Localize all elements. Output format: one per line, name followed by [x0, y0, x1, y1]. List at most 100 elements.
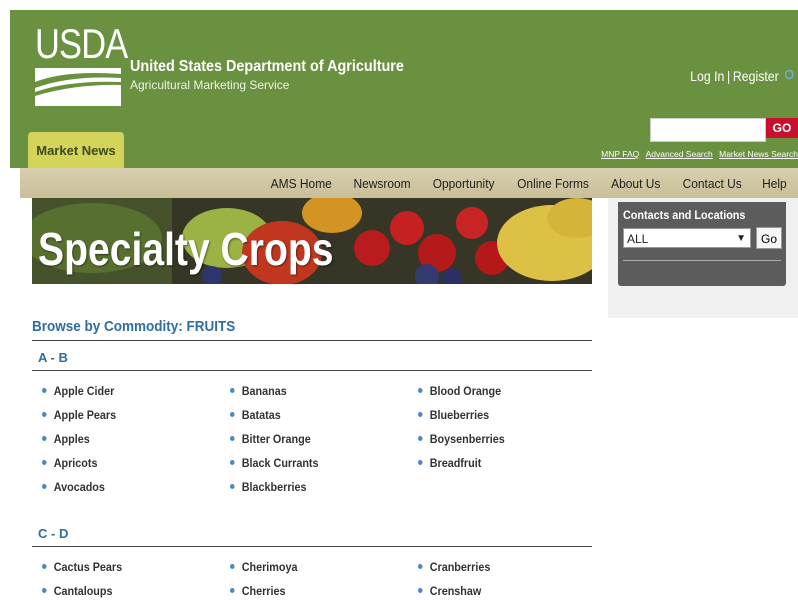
item-label[interactable]: Bitter Orange: [242, 432, 311, 446]
sidebar: Contacts and Locations ALL ▼ Go: [608, 198, 798, 318]
list-item[interactable]: Cantaloups: [42, 584, 113, 600]
item-label[interactable]: Cherries: [242, 584, 286, 598]
search-input[interactable]: [650, 118, 766, 142]
bullet-icon: [230, 564, 235, 569]
list-item[interactable]: Apple Pears: [42, 408, 116, 424]
bullet-icon: [230, 460, 235, 465]
item-label[interactable]: Blackberries: [242, 480, 307, 494]
bullet-icon: [42, 412, 47, 417]
item-label[interactable]: Blood Orange: [430, 384, 501, 398]
group-divider: [32, 546, 592, 547]
group-divider: [32, 370, 592, 371]
bullet-icon: [230, 436, 235, 441]
item-label[interactable]: Apple Pears: [54, 408, 116, 422]
list-item[interactable]: Blood Orange: [418, 384, 501, 400]
bullet-icon: [230, 588, 235, 593]
contacts-title: Contacts and Locations: [623, 208, 746, 222]
item-label[interactable]: Cactus Pears: [54, 560, 122, 574]
list-item[interactable]: Crenshaw: [418, 584, 481, 600]
service-name: Agricultural Marketing Service: [130, 78, 290, 92]
go-button[interactable]: GO: [766, 118, 798, 138]
user-links: Log In | Register: [691, 68, 794, 84]
list-item[interactable]: Apple Cider: [42, 384, 114, 400]
item-label[interactable]: Apples: [54, 432, 90, 446]
nav-items: AMS Home Newsroom Opportunity Online For…: [251, 168, 788, 198]
list-item[interactable]: Avocados: [42, 480, 105, 496]
item-label[interactable]: Cherimoya: [242, 560, 298, 574]
list-item[interactable]: Apples: [42, 432, 90, 448]
contacts-locations-box: Contacts and Locations ALL ▼ Go: [618, 202, 786, 286]
login-link[interactable]: Log In: [691, 68, 725, 84]
bullet-icon: [418, 460, 423, 465]
item-label[interactable]: Crenshaw: [430, 584, 482, 598]
tab-market-news[interactable]: Market News: [28, 132, 124, 168]
title-divider: [32, 340, 592, 341]
register-link[interactable]: Register: [733, 68, 779, 84]
list-item[interactable]: Black Currants: [230, 456, 319, 472]
advanced-search-link[interactable]: Advanced Search: [646, 149, 713, 159]
mnp-faq-link[interactable]: MNP FAQ: [601, 149, 639, 159]
bullet-icon: [42, 588, 47, 593]
site-header: USDA United States Department of Agricul…: [10, 10, 798, 168]
chevron-down-icon: ▼: [736, 233, 746, 244]
item-label[interactable]: Apple Cider: [54, 384, 115, 398]
list-item[interactable]: Bananas: [230, 384, 287, 400]
nav-item-contact-us[interactable]: Contact Us: [683, 176, 742, 191]
list-item[interactable]: Apricots: [42, 456, 98, 472]
list-item[interactable]: Blackberries: [230, 480, 307, 496]
contacts-go-button[interactable]: Go: [756, 227, 782, 249]
bullet-icon: [230, 412, 235, 417]
usda-logo[interactable]: USDA: [35, 20, 128, 107]
main-nav: AMS Home Newsroom Opportunity Online For…: [20, 168, 798, 198]
group-heading-a-b: A - B: [38, 350, 68, 365]
list-item[interactable]: Cherimoya: [230, 560, 298, 576]
item-label[interactable]: Bananas: [242, 384, 287, 398]
nav-item-about-us[interactable]: About Us: [612, 176, 661, 191]
nav-item-newsroom[interactable]: Newsroom: [354, 176, 411, 191]
list-item[interactable]: Boysenberries: [418, 432, 505, 448]
bullet-icon: [42, 436, 47, 441]
bullet-icon: [230, 388, 235, 393]
item-label[interactable]: Cantaloups: [54, 584, 113, 598]
search-sublinks: MNP FAQ Advanced Search Market News Sear…: [597, 149, 798, 159]
logo-wave-icon: [35, 68, 121, 106]
bullet-icon: [418, 588, 423, 593]
agency-name: United States Department of Agriculture …: [130, 58, 434, 92]
list-item[interactable]: Breadfruit: [418, 456, 481, 472]
item-label[interactable]: Cranberries: [430, 560, 491, 574]
list-item[interactable]: Cherries: [230, 584, 286, 600]
refresh-icon: [784, 69, 794, 80]
specialty-crops-banner: Specialty Crops: [32, 198, 592, 284]
contacts-divider: [623, 260, 781, 261]
nav-item-ams-home[interactable]: AMS Home: [270, 176, 331, 191]
list-item[interactable]: Blueberries: [418, 408, 489, 424]
location-select[interactable]: ALL ▼: [623, 228, 751, 248]
bullet-icon: [418, 412, 423, 417]
item-label[interactable]: Batatas: [242, 408, 281, 422]
bullet-icon: [418, 388, 423, 393]
bullet-icon: [42, 564, 47, 569]
bullet-icon: [418, 436, 423, 441]
department-name: United States Department of Agriculture: [130, 58, 404, 75]
item-label[interactable]: Boysenberries: [430, 432, 505, 446]
item-label[interactable]: Apricots: [54, 456, 98, 470]
item-label[interactable]: Breadfruit: [430, 456, 482, 470]
nav-item-help[interactable]: Help: [762, 176, 787, 191]
browse-title: Browse by Commodity: FRUITS: [32, 318, 236, 335]
list-item[interactable]: Cranberries: [418, 560, 490, 576]
group-heading-c-d: C - D: [38, 526, 69, 541]
item-label[interactable]: Blueberries: [430, 408, 489, 422]
nav-item-online-forms[interactable]: Online Forms: [518, 176, 590, 191]
select-value: ALL: [627, 232, 649, 246]
nav-item-opportunity[interactable]: Opportunity: [433, 176, 495, 191]
item-label[interactable]: Black Currants: [242, 456, 319, 470]
market-news-search-link[interactable]: Market News Search: [719, 149, 798, 159]
list-item[interactable]: Bitter Orange: [230, 432, 311, 448]
list-item[interactable]: Cactus Pears: [42, 560, 122, 576]
list-item[interactable]: Batatas: [230, 408, 281, 424]
bullet-icon: [230, 484, 235, 489]
item-label[interactable]: Avocados: [54, 480, 105, 494]
logo-text: USDA: [35, 20, 128, 67]
page: USDA United States Department of Agricul…: [10, 10, 798, 600]
main-content: Specialty Crops Browse by Commodity: FRU…: [20, 198, 798, 600]
